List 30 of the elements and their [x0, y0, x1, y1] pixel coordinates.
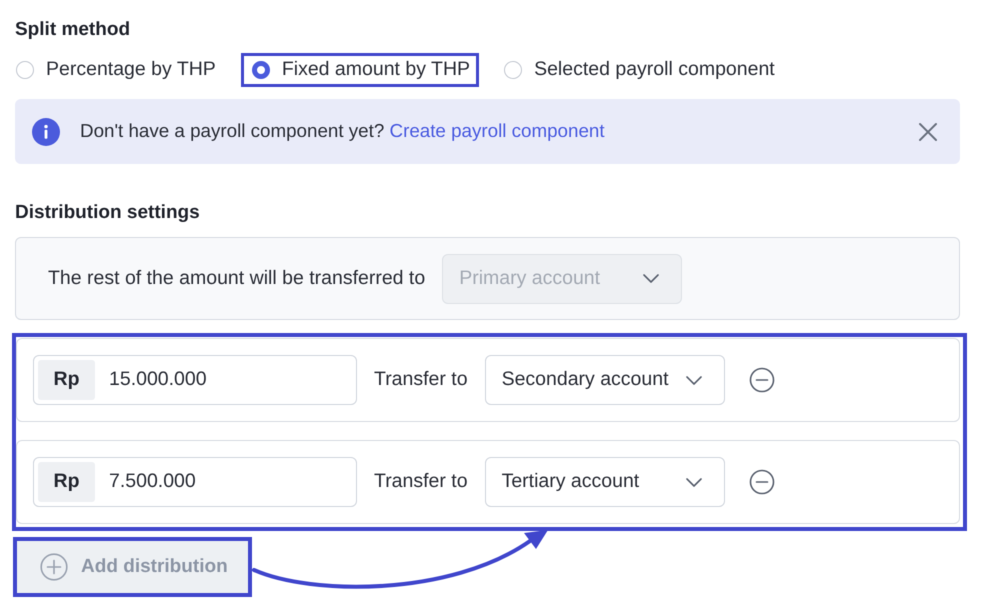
- amount-input-group[interactable]: Rp 7.500.000: [33, 457, 357, 507]
- currency-label: Rp: [38, 360, 95, 400]
- currency-label: Rp: [38, 462, 95, 502]
- section-title: Distribution settings: [15, 202, 201, 224]
- info-icon: [32, 118, 60, 146]
- radio-button[interactable]: [16, 61, 34, 79]
- transfer-label: Transfer to: [374, 367, 468, 392]
- account-select[interactable]: Secondary account: [484, 355, 725, 405]
- amount-field[interactable]: 7.500.000: [109, 468, 309, 496]
- close-icon[interactable]: [918, 122, 938, 142]
- chevron-down-icon: [686, 478, 702, 486]
- radio-button[interactable]: [504, 61, 522, 79]
- radio-option[interactable]: Selected payroll component: [504, 56, 775, 84]
- amount-input-group[interactable]: Rp 15.000.000: [33, 355, 357, 405]
- radio-option[interactable]: Fixed amount by THP: [252, 56, 470, 84]
- remove-icon[interactable]: [748, 469, 775, 495]
- rest-amount-label: The rest of the amount will be transferred to: [48, 266, 426, 291]
- remove-icon[interactable]: [748, 367, 775, 393]
- chevron-down-icon: [686, 376, 702, 384]
- radio-option[interactable]: Percentage by THP: [16, 56, 216, 84]
- create-payroll-component-link[interactable]: Create payroll component: [390, 120, 605, 142]
- plus-icon: [40, 553, 68, 581]
- account-select: Primary account: [442, 254, 682, 304]
- transfer-label: Transfer to: [374, 469, 468, 494]
- section-title: Split method: [15, 19, 132, 41]
- account-select[interactable]: Tertiary account: [484, 457, 725, 507]
- amount-field[interactable]: 15.000.000: [109, 366, 309, 394]
- chevron-down-icon: [643, 274, 660, 283]
- radio-button[interactable]: [252, 61, 270, 79]
- alert-message: Don't have a payroll component yet? Create payroll component: [80, 119, 606, 144]
